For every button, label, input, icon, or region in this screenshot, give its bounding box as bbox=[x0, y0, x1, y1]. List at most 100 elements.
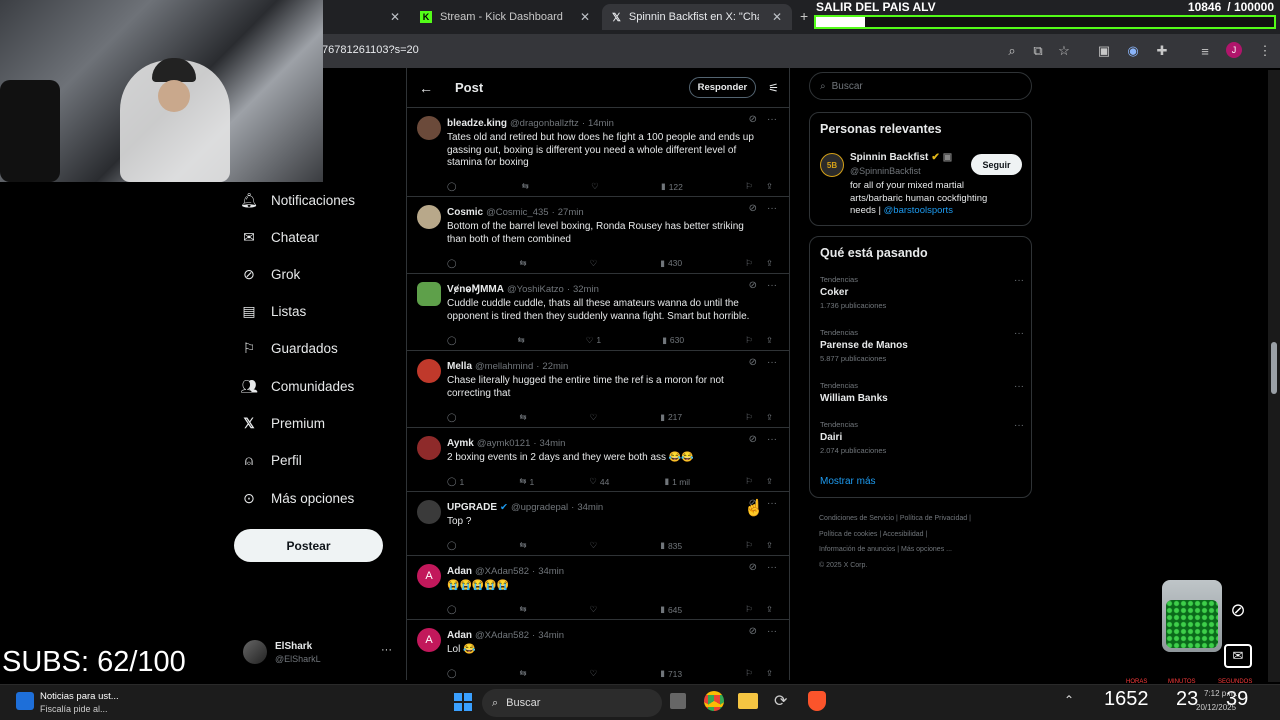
grok-icon[interactable]: ⊘ bbox=[749, 562, 757, 573]
reply-action[interactable]: ◯ 1 bbox=[447, 476, 464, 487]
extension-icon[interactable]: ▣ bbox=[1095, 42, 1113, 60]
extension-icon[interactable]: ◉ bbox=[1124, 42, 1142, 60]
install-icon[interactable]: ⧉ bbox=[1029, 42, 1047, 60]
more-icon[interactable]: ··· bbox=[767, 626, 777, 637]
share-icon[interactable]: ⇪ bbox=[766, 476, 773, 487]
reply-time[interactable]: 34min bbox=[540, 438, 566, 449]
repost-action[interactable]: ⇆ bbox=[520, 540, 527, 551]
grok-icon[interactable]: ⊘ bbox=[749, 114, 757, 125]
reply-author[interactable]: Cosmic bbox=[447, 207, 483, 218]
search-input[interactable]: ⌕ Buscar bbox=[809, 72, 1032, 100]
reply-handle[interactable]: @mellahmind bbox=[475, 361, 533, 372]
show-more-link[interactable]: Mostrar más bbox=[820, 476, 876, 487]
reply-action[interactable]: ◯ bbox=[447, 335, 457, 346]
app-icon[interactable]: ⟳ bbox=[774, 691, 787, 711]
windows-start-icon[interactable] bbox=[454, 693, 472, 711]
more-icon[interactable]: ··· bbox=[767, 280, 777, 291]
reply-handle[interactable]: @XAdan582 bbox=[475, 566, 529, 577]
views-action[interactable]: ▮ 713 bbox=[660, 668, 682, 679]
views-action[interactable]: ▮ 122 bbox=[661, 181, 683, 192]
more-icon[interactable]: ··· bbox=[1014, 275, 1024, 286]
repost-action[interactable]: ⇆ bbox=[518, 335, 525, 346]
like-action[interactable]: ♡ bbox=[590, 540, 598, 551]
more-icon[interactable]: ··· bbox=[1014, 420, 1024, 431]
reply-author[interactable]: VɇnⱺⱮMMA bbox=[447, 284, 504, 295]
share-icon[interactable]: ⇪ bbox=[766, 668, 773, 679]
reply-handle[interactable]: @YoshiKatzo bbox=[507, 284, 564, 295]
star-icon[interactable]: ☆ bbox=[1055, 42, 1073, 60]
reply-action[interactable]: ◯ bbox=[447, 181, 460, 192]
sliders-icon[interactable]: ⚟ bbox=[768, 81, 779, 95]
like-action[interactable]: ♡ 44 bbox=[589, 476, 609, 487]
sidebar-item-comunidades[interactable]: 👥︎ Comunidades bbox=[240, 371, 354, 401]
sidebar-item-perfil[interactable]: ⍝ Perfil bbox=[241, 445, 302, 475]
reply-time[interactable]: 34min bbox=[577, 502, 603, 513]
sidebar-item-chatear[interactable]: ✉ Chatear bbox=[241, 222, 319, 252]
bookmark-icon[interactable]: ⚐ bbox=[745, 668, 753, 679]
avatar[interactable]: 5B bbox=[820, 153, 844, 177]
share-icon[interactable]: ⇪ bbox=[766, 540, 773, 551]
puzzle-icon[interactable]: ✚ bbox=[1153, 42, 1171, 60]
reply-item[interactable]: A ⊘ ··· Adan @XAdan582 · 34min 😭😭😭😭😭 ◯ ⇆ ♡ ▮… bbox=[407, 556, 789, 620]
scrollbar-thumb[interactable] bbox=[1271, 342, 1277, 394]
reply-action[interactable]: ◯ bbox=[447, 668, 457, 679]
reply-author[interactable]: bleadze.king bbox=[447, 118, 507, 129]
reply-handle[interactable]: @XAdan582 bbox=[475, 630, 529, 641]
like-action[interactable]: ♡ bbox=[590, 604, 598, 615]
share-icon[interactable]: ⇪ bbox=[766, 335, 773, 346]
views-action[interactable]: ▮ 430 bbox=[660, 258, 682, 269]
reply-handle[interactable]: @upgradepal bbox=[511, 502, 568, 513]
grok-icon[interactable]: ⊘ bbox=[749, 434, 757, 445]
reply-author[interactable]: Mella bbox=[447, 361, 472, 372]
folder-icon[interactable] bbox=[738, 693, 758, 709]
reply-item[interactable]: ⊘ ··· Cosmic @Cosmic_435 · 27min Bottom of t… bbox=[407, 197, 789, 274]
reply-author[interactable]: Adan bbox=[447, 630, 472, 641]
bookmark-icon[interactable]: ⚐ bbox=[745, 335, 753, 346]
sidebar-item-premium[interactable]: 𝕏 Premium bbox=[241, 408, 325, 438]
sidebar-item-mas-opciones[interactable]: ⊙ Más opciones bbox=[241, 483, 354, 513]
like-action[interactable]: ♡ 1 bbox=[586, 335, 601, 346]
reply-time[interactable]: 32min bbox=[573, 284, 599, 295]
reply-item[interactable]: ⊘ ··· VɇnⱺⱮMMA @YoshiKatzo · 32min Cuddle cu… bbox=[407, 274, 789, 351]
media-icon[interactable]: ≡ bbox=[1196, 42, 1214, 60]
footer-link[interactable]: Política de Privacidad bbox=[900, 515, 967, 522]
views-action[interactable]: ▮ 835 bbox=[660, 540, 682, 551]
reply-time[interactable]: 27min bbox=[558, 207, 584, 218]
more-icon[interactable]: ··· bbox=[1014, 381, 1024, 392]
footer-link[interactable]: Política de cookies bbox=[819, 531, 877, 538]
bookmark-icon[interactable]: ⚐ bbox=[745, 540, 753, 551]
share-icon[interactable]: ⇪ bbox=[766, 258, 773, 269]
account-switcher[interactable]: ElShark @ElSharkL ··· bbox=[243, 638, 393, 668]
grok-icon[interactable]: ⊘ bbox=[749, 357, 757, 368]
footer-link[interactable]: Condiciones de Servicio bbox=[819, 515, 894, 522]
footer-link[interactable]: Información de anuncios bbox=[819, 546, 895, 553]
share-icon[interactable]: ⇪ bbox=[766, 604, 773, 615]
reply-handle[interactable]: @aymk0121 bbox=[477, 438, 530, 449]
sidebar-item-notificaciones[interactable]: 🔔︎ Notificaciones bbox=[240, 185, 355, 215]
reply-action[interactable]: ◯ bbox=[447, 540, 457, 551]
footer-link[interactable]: Más opciones ... bbox=[901, 546, 952, 553]
menu-icon[interactable]: ⋮ bbox=[1256, 42, 1274, 60]
reply-time[interactable]: 22min bbox=[542, 361, 568, 372]
reply-time[interactable]: 14min bbox=[588, 118, 614, 129]
url-field[interactable]: 76781261103?s=20 bbox=[322, 44, 419, 56]
reply-handle[interactable]: @dragonballzftz bbox=[510, 118, 579, 129]
profile-name[interactable]: Spinnin Backfist ✔ ▣ bbox=[850, 152, 952, 163]
more-icon[interactable]: ··· bbox=[1014, 328, 1024, 339]
back-arrow-icon[interactable]: ← bbox=[419, 80, 433, 96]
bookmark-icon[interactable]: ⚐ bbox=[745, 604, 753, 615]
more-icon[interactable]: ··· bbox=[767, 562, 777, 573]
reply-handle[interactable]: @Cosmic_435 bbox=[486, 207, 548, 218]
reply-item[interactable]: ⊘ ··· Mella @mellahmind · 22min Chase litera… bbox=[407, 351, 789, 428]
scrollbar[interactable] bbox=[1268, 70, 1280, 682]
trend-item[interactable]: Tendencias Parense de Manos 5.877 public… bbox=[820, 328, 1024, 363]
tab-kick-dashboard[interactable]: K Stream - Kick Dashboard ✕ bbox=[410, 4, 600, 30]
reply-item[interactable]: ⊘ ··· Aymk @aymk0121 · 34min 2 boxing events… bbox=[407, 428, 789, 492]
like-action[interactable]: ♡ bbox=[590, 412, 598, 423]
views-action[interactable]: ▮ 1 mil bbox=[664, 476, 690, 487]
chrome-icon[interactable] bbox=[704, 691, 724, 711]
trend-item[interactable]: Tendencias Dairi 2.074 publicaciones ··· bbox=[820, 420, 1024, 455]
bookmark-icon[interactable]: ⚐ bbox=[745, 181, 753, 192]
views-action[interactable]: ▮ 217 bbox=[660, 412, 682, 423]
bookmark-icon[interactable]: ⚐ bbox=[745, 476, 753, 487]
